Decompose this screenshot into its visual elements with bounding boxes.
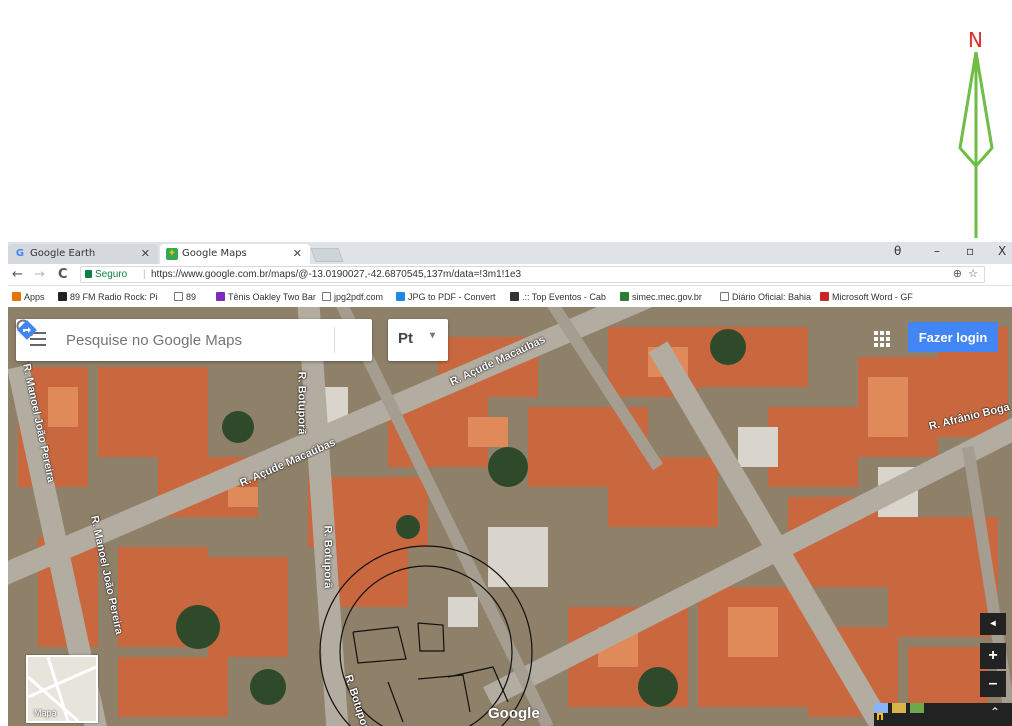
map-bottom-controls: ⌃ — [874, 703, 1012, 726]
bookmark-jpg-to-pdf[interactable]: JPG to PDF - Convert — [396, 287, 496, 307]
forward-button[interactable]: → — [34, 267, 45, 282]
apps-grid-icon — [12, 292, 21, 301]
map-search-box — [16, 319, 372, 361]
url-omnibox[interactable]: Seguro | https://www.google.com.br/maps/… — [80, 266, 985, 283]
bookmark-word[interactable]: Microsoft Word - GF — [820, 287, 913, 307]
north-arrow-icon — [958, 51, 994, 238]
google-maps-favicon-icon: ✦ — [166, 248, 178, 260]
bookmark-simec[interactable]: simec.mec.gov.br — [620, 287, 702, 307]
account-icon[interactable]: θ — [894, 244, 901, 258]
restore-button[interactable]: ▫ — [966, 244, 974, 258]
tab-label: Google Maps — [182, 248, 247, 259]
expand-icon[interactable]: ⌃ — [990, 705, 1000, 719]
zoom-icon[interactable]: ⊕ — [953, 267, 962, 282]
bookmark-89fm[interactable]: 89 FM Radio Rock: Pi — [58, 287, 158, 307]
zoom-in-button[interactable]: + — [980, 643, 1006, 669]
bookmark-top-eventos[interactable]: .:: Top Eventos - Cab — [510, 287, 606, 307]
tab-label: Google Earth — [30, 248, 96, 259]
street-label: R. Botuporã — [295, 371, 308, 435]
browser-address-bar: ← → C Seguro | https://www.google.com.br… — [8, 264, 1012, 286]
search-divider — [334, 327, 335, 353]
jpg-to-pdf-favicon-icon — [396, 292, 405, 301]
url-separator: | — [143, 269, 146, 280]
chevron-down-icon: ▾ — [430, 330, 436, 341]
adobe-favicon-icon — [820, 292, 829, 301]
url-text[interactable]: https://www.google.com.br/maps/@-13.0190… — [151, 267, 521, 282]
google-earth-favicon-icon: G — [15, 248, 25, 259]
bookmark-star-icon[interactable]: ☆ — [968, 267, 978, 282]
zoom-controls: ◂ + – — [980, 613, 1006, 699]
login-button[interactable]: Fazer login — [908, 322, 998, 352]
zoom-out-button[interactable]: – — [980, 671, 1006, 697]
tab-close-icon[interactable]: ✕ — [141, 244, 150, 264]
radio-favicon-icon — [58, 292, 67, 301]
bookmark-oakley[interactable]: Tênis Oakley Two Bar — [216, 287, 316, 307]
layers-icon[interactable] — [874, 703, 926, 713]
satellite-map[interactable]: R. Açude Macaúbas R. Açude Macaúbas R. B… — [8, 307, 1012, 726]
tab-close-icon[interactable]: ✕ — [293, 244, 302, 264]
page-icon — [322, 292, 331, 301]
map-mode-label: Mapa — [34, 708, 57, 718]
tab-google-maps[interactable]: ✦ Google Maps ✕ — [160, 244, 310, 264]
camera-icon — [510, 292, 519, 301]
tab-google-earth[interactable]: G Google Earth ✕ — [8, 244, 158, 264]
new-tab-button[interactable] — [310, 248, 344, 262]
bookmark-89[interactable]: 89 — [174, 287, 196, 307]
simec-favicon-icon — [620, 292, 629, 301]
directions-icon[interactable] — [16, 319, 38, 341]
search-input[interactable] — [66, 319, 286, 361]
bookmark-jpg2pdf[interactable]: jpg2pdf.com — [322, 287, 383, 307]
browser-tab-bar: G Google Earth ✕ ✦ Google Maps ✕ θ – ▫ X — [8, 242, 1012, 264]
satellite-imagery — [8, 307, 1012, 726]
bookmark-apps[interactable]: Apps — [12, 287, 45, 307]
close-window-button[interactable]: X — [998, 244, 1006, 258]
oakley-favicon-icon — [216, 292, 225, 301]
security-label: Seguro — [95, 269, 128, 280]
google-apps-icon[interactable] — [874, 331, 890, 347]
page-icon — [174, 292, 183, 301]
bookmark-diario-oficial[interactable]: Diário Oficial: Bahia — [720, 287, 811, 307]
back-button[interactable]: ← — [12, 267, 23, 282]
bookmarks-bar: Apps 89 FM Radio Rock: Pi 89 Tênis Oakle… — [8, 287, 1012, 307]
language-select[interactable]: Pt ▾ — [388, 319, 448, 361]
google-logo: Google — [488, 705, 540, 722]
minimize-button[interactable]: – — [934, 244, 940, 258]
map-mode-toggle[interactable]: Mapa — [26, 655, 98, 723]
street-label: R. Botuporã — [321, 525, 334, 589]
language-value: Pt — [398, 330, 413, 347]
lock-icon — [85, 270, 92, 278]
compass-icon[interactable]: ◂ — [980, 613, 1006, 635]
reload-button[interactable]: C — [58, 267, 68, 282]
page-icon — [720, 292, 729, 301]
page-root: N G Google Earth ✕ ✦ Google Maps ✕ θ – ▫… — [0, 0, 1012, 726]
